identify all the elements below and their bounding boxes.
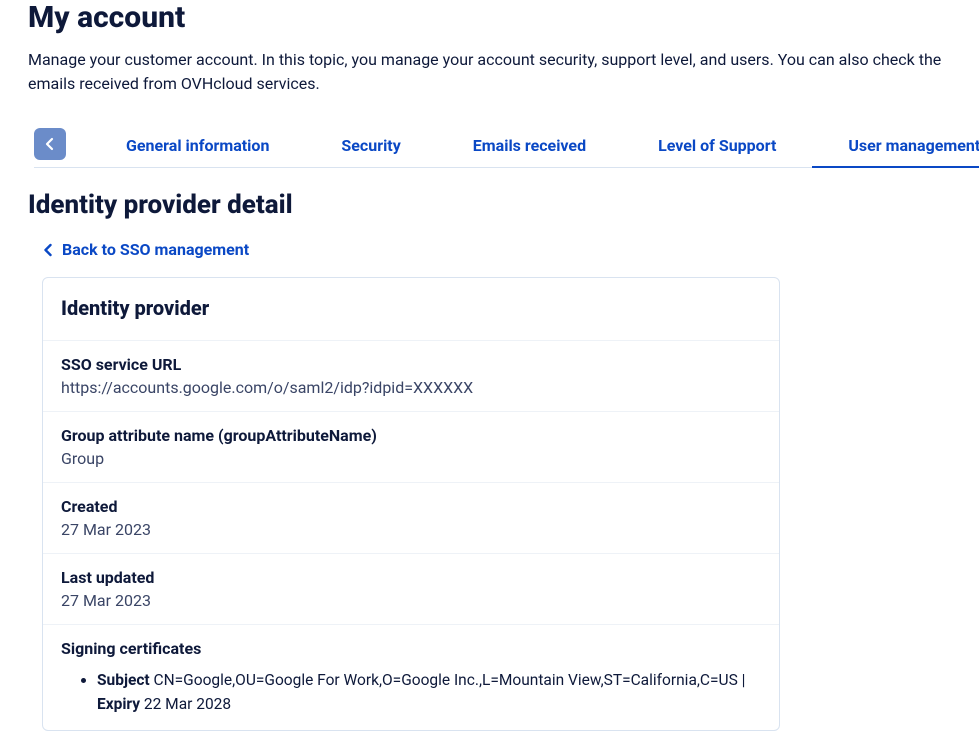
- identity-provider-card: Identity provider SSO service URL https:…: [42, 277, 780, 731]
- chevron-left-icon: [42, 243, 54, 257]
- tab-general-information[interactable]: General information: [90, 124, 305, 167]
- field-label: Last updated: [61, 568, 761, 587]
- field-sso-url: SSO service URL https://accounts.google.…: [43, 341, 779, 412]
- field-created: Created 27 Mar 2023: [43, 483, 779, 554]
- cert-item: Subject CN=Google,OU=Google For Work,O=G…: [97, 668, 761, 716]
- field-label: Group attribute name (groupAttributeName…: [61, 426, 761, 445]
- tab-emails-received[interactable]: Emails received: [437, 124, 622, 167]
- page-title: My account: [28, 0, 979, 36]
- chevron-left-icon: [44, 137, 56, 151]
- field-label: SSO service URL: [61, 355, 761, 374]
- field-last-updated: Last updated 27 Mar 2023: [43, 554, 779, 625]
- tab-security[interactable]: Security: [305, 124, 436, 167]
- tab-user-management[interactable]: User management: [812, 124, 979, 167]
- section-title: Identity provider detail: [28, 190, 979, 220]
- field-signing-certificates: Signing certificates Subject CN=Google,O…: [43, 625, 779, 730]
- tab-scroll-left-button[interactable]: [34, 128, 66, 160]
- cert-expiry-label: Expiry: [97, 695, 140, 713]
- field-label: Signing certificates: [61, 639, 761, 658]
- field-value: 27 Mar 2023: [61, 591, 761, 610]
- cert-list: Subject CN=Google,OU=Google For Work,O=G…: [61, 668, 761, 716]
- cert-subject-value: CN=Google,OU=Google For Work,O=Google In…: [154, 671, 746, 689]
- back-link-row: Back to SSO management: [42, 240, 979, 259]
- cert-subject-label: Subject: [97, 671, 150, 689]
- field-value: https://accounts.google.com/o/saml2/idp?…: [61, 378, 761, 397]
- field-value: 27 Mar 2023: [61, 520, 761, 539]
- field-group-attribute: Group attribute name (groupAttributeName…: [43, 412, 779, 483]
- tab-bar: General information Security Emails rece…: [34, 124, 979, 168]
- cert-expiry-value: 22 Mar 2028: [144, 695, 231, 713]
- tab-level-of-support[interactable]: Level of Support: [622, 124, 812, 167]
- card-title: Identity provider: [43, 278, 779, 341]
- back-to-sso-link[interactable]: Back to SSO management: [62, 240, 249, 259]
- field-label: Created: [61, 497, 761, 516]
- field-value: Group: [61, 449, 761, 468]
- page-description: Manage your customer account. In this to…: [28, 48, 979, 96]
